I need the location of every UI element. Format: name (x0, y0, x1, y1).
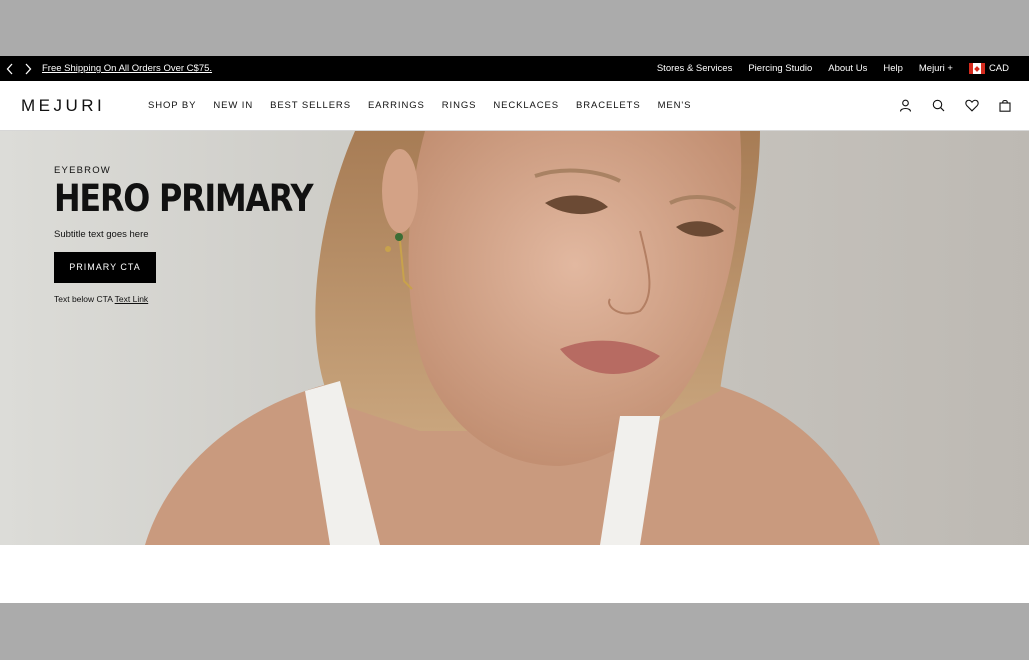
hero-subtitle: Subtitle text goes here (54, 228, 149, 240)
nav-menu: SHOP BY NEW IN BEST SELLERS EARRINGS RIN… (148, 100, 691, 111)
white-band (0, 545, 1029, 603)
account-icon[interactable] (898, 98, 913, 113)
stores-services-link[interactable]: Stores & Services (657, 63, 733, 74)
nav-icons (898, 98, 1012, 113)
below-cta-label: Text below CTA (54, 293, 113, 304)
below-cta-text: Text below CTA Text Link (54, 294, 354, 304)
mejuri-plus-link[interactable]: Mejuri + (919, 63, 953, 74)
help-link[interactable]: Help (883, 63, 903, 74)
bag-icon[interactable] (997, 98, 1012, 113)
hero-banner: EYEBROW HERO PRIMARY Subtitle text goes … (0, 131, 1029, 545)
nav-item-bracelets[interactable]: BRACELETS (576, 100, 641, 111)
nav-item-earrings[interactable]: EARRINGS (368, 100, 425, 111)
main-nav: MEJURI SHOP BY NEW IN BEST SELLERS EARRI… (0, 81, 1029, 131)
currency-selector[interactable]: CAD (968, 63, 1009, 74)
canada-flag-icon (968, 63, 985, 74)
currency-label: CAD (988, 63, 1009, 74)
top-gray-band (0, 0, 1029, 56)
nav-item-mens[interactable]: MEN'S (658, 100, 692, 111)
nav-item-necklaces[interactable]: NECKLACES (493, 100, 559, 111)
chevron-left-icon[interactable] (4, 62, 16, 76)
heart-icon[interactable] (964, 98, 979, 113)
about-us-link[interactable]: About Us (828, 63, 867, 74)
text-link[interactable]: Text Link (115, 294, 149, 304)
chevron-right-icon[interactable] (22, 62, 34, 76)
piercing-studio-link[interactable]: Piercing Studio (748, 63, 812, 74)
nav-item-shop-by[interactable]: SHOP BY (148, 100, 196, 111)
brand-logo[interactable]: MEJURI (21, 96, 139, 116)
hero-copy: EYEBROW HERO PRIMARY Subtitle text goes … (54, 165, 354, 304)
primary-cta-button[interactable]: PRIMARY CTA (54, 251, 156, 283)
hero-title: HERO PRIMARY (54, 177, 314, 220)
promo-link[interactable]: Free Shipping On All Orders Over C$75. (42, 63, 212, 74)
utility-links: Stores & Services Piercing Studio About … (657, 63, 1009, 74)
nav-item-best-sellers[interactable]: BEST SELLERS (270, 100, 351, 111)
hero-eyebrow: EYEBROW (54, 165, 111, 176)
bottom-gray-band (0, 603, 1029, 660)
announcement-bar: Free Shipping On All Orders Over C$75. S… (0, 56, 1029, 81)
nav-item-new-in[interactable]: NEW IN (213, 100, 253, 111)
nav-item-rings[interactable]: RINGS (442, 100, 477, 111)
search-icon[interactable] (931, 98, 946, 113)
announcement-arrows (4, 62, 34, 76)
